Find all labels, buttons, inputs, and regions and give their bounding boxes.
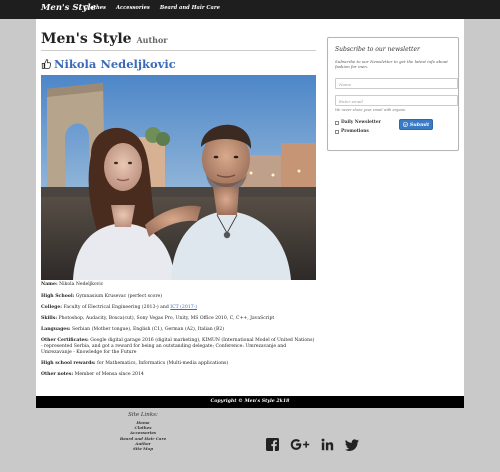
facebook-icon[interactable] (266, 438, 279, 451)
top-navbar: Men's Style Clothes Accessories Beard an… (0, 0, 500, 19)
page-title-text: Men's Style (41, 31, 132, 47)
info-certificates: Other Certificates: Google digital garag… (41, 338, 317, 356)
newsletter-box: Subscribe to our newsletter Subscribe to… (327, 37, 459, 151)
info-value: Gymnasium Krusevac (perfect score) (75, 294, 163, 299)
name-field[interactable]: Name (335, 78, 458, 89)
info-notes: Other notes: Member of Mensa since 2014 (41, 372, 317, 378)
footer-copyright: Copyright © Men's Style 2k18 (36, 396, 464, 408)
info-value: Member of Mensa since 2014 (74, 372, 144, 377)
author-info: Name: Nikola Nedeljkovic High School: Gy… (41, 282, 317, 383)
info-label: Name: (41, 282, 58, 287)
site-links-heading: Site Links: (128, 412, 158, 418)
twitter-icon[interactable] (345, 438, 359, 451)
checkbox-icon[interactable] (335, 129, 339, 134)
nav-link-clothes[interactable]: Clothes (84, 5, 106, 11)
submit-button[interactable]: Submit (399, 119, 433, 130)
google-plus-icon[interactable] (290, 438, 310, 451)
promotions-checkbox[interactable]: Promotions (335, 129, 369, 134)
newsletter-subtitle: Subscribe to our Newsletter to get the l… (335, 59, 448, 69)
thumbs-up-icon (41, 59, 51, 69)
info-label: High School: (41, 294, 75, 299)
profile-heading: Nikola Nedeljkovic (41, 57, 176, 71)
nav-link-beard-hair[interactable]: Beard and Hair Care (160, 5, 220, 11)
page-title: Men's Style Author (41, 31, 168, 47)
linkedin-icon[interactable] (321, 438, 334, 451)
email-field[interactable]: Enter email (335, 95, 458, 106)
nav-links: Clothes Accessories Beard and Hair Care (84, 5, 220, 11)
info-label: High school rewards: (41, 361, 96, 366)
info-value: Faculty of Electrical Engineering (2013-… (63, 305, 171, 310)
email-hint: We never share your email with anyone. (335, 108, 407, 112)
author-photo (41, 75, 316, 280)
info-label: Other Certificates: (41, 338, 89, 343)
submit-label: Submit (409, 121, 430, 128)
page-subtitle: Author (136, 35, 168, 45)
info-value: for Mathematics, Informatics (Multi-medi… (97, 361, 229, 366)
info-languages: Languages: Serbian (Mother tongue), Engl… (41, 327, 317, 333)
nav-link-accessories[interactable]: Accessories (116, 5, 150, 11)
info-name: Name: Nikola Nedeljkovic (41, 282, 317, 288)
site-links: Site Links: Home Clothes Accessories Bea… (115, 412, 171, 451)
info-value: Photoshop, Audacity, Boxca(cut), Sony Ve… (58, 316, 275, 321)
check-circle-icon (402, 122, 408, 127)
checkbox-label: Daily Newsletter (341, 120, 381, 125)
info-skills: Skills: Photoshop, Audacity, Boxca(cut),… (41, 316, 317, 322)
footer-link-sitemap[interactable]: Site Map (115, 446, 171, 451)
author-photo-image (41, 75, 316, 280)
info-value: Nikola Nedeljkovic (59, 282, 104, 287)
newsletter-title: Subscribe to our newsletter (335, 46, 420, 53)
info-highschool: High School: Gymnasium Krusevac (perfect… (41, 294, 317, 300)
checkbox-label: Promotions (341, 129, 369, 134)
info-college: College: Faculty of Electrical Engineeri… (41, 305, 317, 311)
info-label: Languages: (41, 327, 71, 332)
info-value: Serbian (Mother tongue), English (C1), G… (71, 327, 225, 332)
college-link[interactable]: ICT (2017-) (170, 305, 197, 310)
info-label: College: (41, 305, 62, 310)
profile-name: Nikola Nedeljkovic (54, 57, 176, 71)
checkbox-icon[interactable] (335, 120, 339, 125)
info-rewards: High school rewards: for Mathematics, In… (41, 361, 317, 367)
info-label: Skills: (41, 316, 58, 321)
title-divider (41, 50, 316, 51)
daily-newsletter-checkbox[interactable]: Daily Newsletter (335, 120, 381, 125)
info-label: Other notes: (41, 372, 74, 377)
social-links (266, 438, 359, 451)
